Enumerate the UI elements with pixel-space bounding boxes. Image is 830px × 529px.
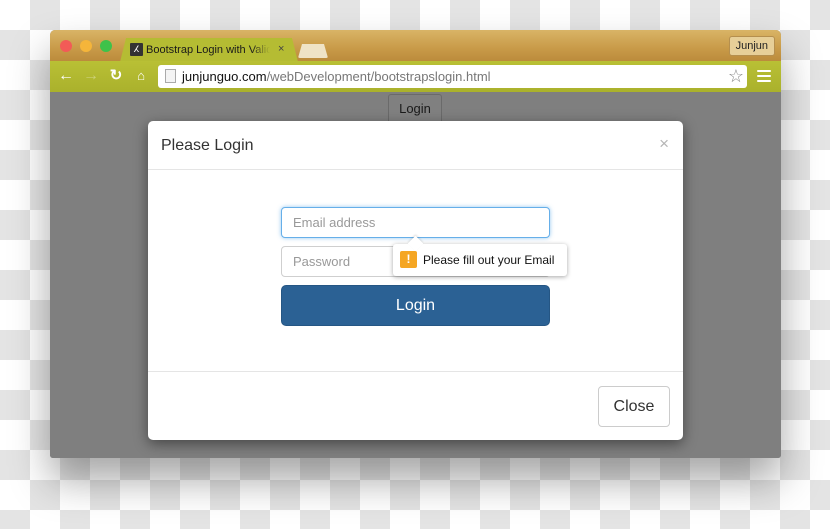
browser-window: ⵃ Bootstrap Login with Validation × Junj… (50, 30, 781, 458)
login-submit-button[interactable]: Login (281, 285, 550, 326)
profile-button[interactable]: Junjun (728, 36, 775, 56)
hamburger-menu-icon[interactable] (757, 70, 771, 82)
page-document-icon (165, 69, 176, 83)
page-content: Login Please Login × Login ! Please fill… (50, 92, 781, 458)
tab-title: Bootstrap Login with Validation (146, 44, 270, 56)
tab-close-icon[interactable]: × (278, 43, 284, 55)
email-input[interactable] (281, 207, 550, 238)
close-window-button[interactable] (60, 40, 72, 52)
forward-arrow-icon[interactable]: → (82, 67, 100, 85)
address-bar[interactable]: junjunguo.com/webDevelopment/bootstrapsl… (158, 65, 747, 88)
validation-tooltip: ! Please fill out your Email (393, 235, 567, 276)
browser-tab-active[interactable]: ⵃ Bootstrap Login with Validation × (120, 38, 298, 62)
tooltip-arrow (407, 235, 424, 252)
bookmark-star-icon[interactable]: ☆ (728, 66, 744, 86)
minimize-window-button[interactable] (80, 40, 92, 52)
url-path: /webDevelopment/bootstrapslogin.html (266, 69, 491, 84)
modal-header: Please Login × (148, 121, 683, 170)
modal-footer: Close (148, 371, 683, 440)
new-tab-button[interactable] (298, 44, 328, 58)
login-modal: Please Login × Login ! Please fill out y… (148, 121, 683, 440)
warning-icon: ! (400, 251, 417, 268)
modal-title: Please Login (161, 137, 254, 154)
back-arrow-icon[interactable]: ← (57, 67, 75, 85)
modal-close-icon[interactable]: × (659, 134, 669, 154)
validation-message: Please fill out your Email (423, 253, 555, 267)
url-text[interactable]: junjunguo.com/webDevelopment/bootstrapsl… (182, 69, 491, 84)
close-button[interactable]: Close (598, 386, 670, 427)
url-domain: junjunguo.com (182, 69, 267, 84)
title-bar: ⵃ Bootstrap Login with Validation × Junj… (50, 30, 781, 61)
reload-icon[interactable]: ↻ (107, 67, 125, 85)
browser-toolbar: ← → ↻ ⌂ junjunguo.com/webDevelopment/boo… (50, 61, 781, 92)
home-icon[interactable]: ⌂ (132, 67, 150, 85)
zoom-window-button[interactable] (100, 40, 112, 52)
open-login-modal-button[interactable]: Login (388, 94, 442, 124)
bootstrap-favicon-icon: ⵃ (130, 43, 143, 56)
